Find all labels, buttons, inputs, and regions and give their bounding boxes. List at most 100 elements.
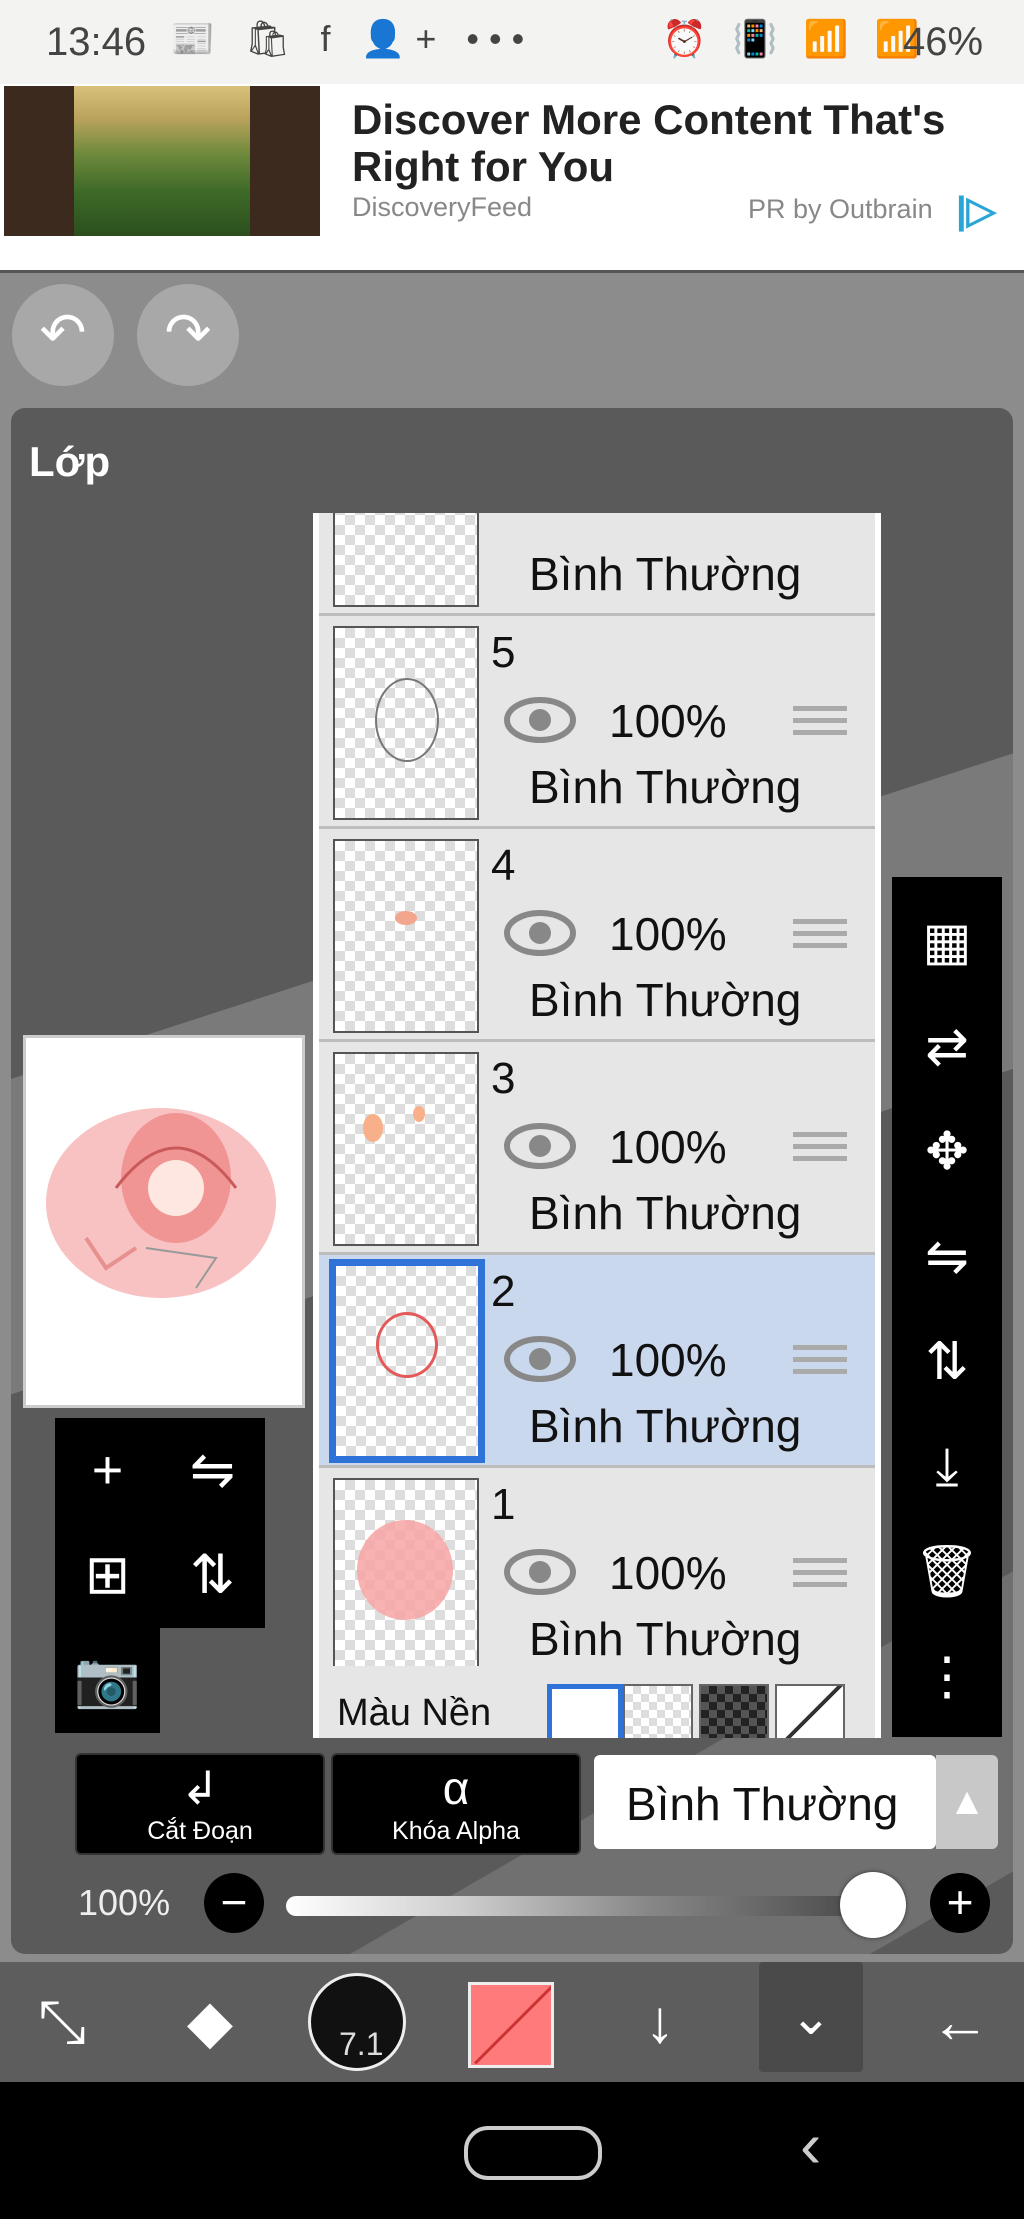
status-bar: 13:46 📰 🛍 f 👤+ ••• ⏰ 📳 📶 📶 46% [0,0,1024,84]
layer-blend-mode: Bình Thường [529,1187,802,1239]
layer-row[interactable]: 3 100% Bình Thường [319,1042,875,1255]
color-slash [474,1985,551,2065]
artwork-thumbnail [46,1108,276,1298]
layer-row[interactable]: 1 100% Bình Thường [319,1468,875,1681]
flip-vertical-icon[interactable]: ⇅ [892,1317,1002,1407]
drag-handle-icon[interactable] [793,706,847,740]
panel-title: Lớp [29,438,111,485]
battery-level: 46% [903,20,984,64]
color-picker-button[interactable] [468,1982,554,2068]
home-button[interactable] [464,2126,602,2180]
canvas-preview[interactable] [23,1035,305,1408]
blend-mode-dropdown-icon[interactable]: ▲ [936,1755,998,1849]
layer-opacity: 100% [609,1334,727,1386]
background-color-row[interactable]: Màu Nền [319,1666,875,1738]
layer-number: 1 [491,1480,516,1529]
ad-image-door-left [4,86,74,236]
drag-handle-icon[interactable] [793,1558,847,1592]
background-color-label: Màu Nền [337,1692,492,1734]
layer-thumbnail [333,513,479,607]
double-chevron-down-icon[interactable]: ⌄ [759,1962,863,2072]
layer-actions-panel: + ⇋ ⊞ ⇅ 📷 [55,1418,270,1740]
bg-swatch-white[interactable] [547,1684,623,1738]
opacity-value: 100% [78,1882,171,1923]
layer-thumbnail [333,626,479,820]
layer-tools-toolbar: ▦ ⇄ ✥ ⇋ ⇅ ⤓ 🗑 ⋮ [892,877,1002,1737]
alpha-lock-label: Khóa Alpha [392,1817,520,1845]
brush-size-button[interactable]: 7.1 [308,1973,406,2071]
layer-blend-mode: Bình Thường [529,548,802,600]
add-layer-button[interactable]: + [55,1418,160,1523]
bg-swatch-checker-light[interactable] [623,1684,693,1738]
ad-sponsor: PR by Outbrain [748,194,933,224]
more-options-icon[interactable]: ⋮ [892,1632,1002,1722]
opacity-slider[interactable] [286,1896,886,1916]
layer-thumbnail [333,839,479,1033]
move-icon[interactable]: ✥ [892,1107,1002,1197]
flip-vertical-icon[interactable]: ⇅ [160,1523,265,1628]
flip-horizontal-icon[interactable]: ⇋ [160,1418,265,1523]
layer-opacity: 100% [609,1121,727,1173]
clipping-label: Cắt Đoạn [147,1817,253,1845]
bg-swatch-none[interactable] [775,1684,845,1738]
layer-number: 2 [491,1267,516,1316]
drag-handle-icon[interactable] [793,1132,847,1166]
camera-icon[interactable]: 📷 [55,1628,160,1733]
undo-button[interactable]: ↶ [12,284,114,386]
layer-blend-mode: Bình Thường [529,1613,802,1665]
layer-row[interactable]: 5 100% Bình Thường [319,616,875,829]
system-icons: ⏰ 📳 📶 📶 [662,18,928,59]
ad-banner[interactable]: Discover More Content That's Right for Y… [0,84,1024,273]
opacity-slider-knob[interactable] [840,1872,906,1938]
duplicate-layer-button[interactable]: ⊞ [55,1523,160,1628]
swap-layer-icon[interactable]: ⇄ [892,1002,1002,1092]
ad-image-door-right [250,86,320,236]
transform-tool-icon[interactable]: ⤡ [12,1962,112,2082]
clipping-button[interactable]: ↲ Cắt Đoạn [75,1753,325,1855]
layer-blend-mode: Bình Thường [529,974,802,1026]
blend-mode-value: Bình Thường [626,1778,899,1830]
layer-blend-mode: Bình Thường [529,1400,802,1452]
layer-number: 3 [491,1054,516,1103]
layer-number: 5 [491,628,516,677]
merge-down-icon[interactable]: ⤓ [892,1422,1002,1512]
redo-button[interactable]: ↷ [137,284,239,386]
drag-handle-icon[interactable] [793,919,847,953]
flip-horizontal-icon[interactable]: ⇋ [892,1212,1002,1302]
layer-blend-mode: Bình Thường [529,761,802,813]
layer-row[interactable]: Bình Thường [319,513,875,616]
back-arrow-icon[interactable]: ← [910,1962,1010,2082]
visibility-eye-icon[interactable] [504,1335,576,1383]
clock: 13:46 [46,20,147,64]
alpha-lock-button[interactable]: α Khóa Alpha [331,1753,581,1855]
layer-thumbnail [333,1052,479,1246]
transparency-checker-icon[interactable]: ▦ [892,897,1002,987]
visibility-eye-icon[interactable] [504,1548,576,1596]
visibility-eye-icon[interactable] [504,1122,576,1170]
layer-row-selected[interactable]: 2 100% Bình Thường [319,1255,875,1468]
layer-thumbnail [333,1478,479,1672]
drag-handle-icon[interactable] [793,1345,847,1379]
layer-row[interactable]: 4 100% Bình Thường [319,829,875,1042]
opacity-increase-button[interactable]: + [930,1873,990,1933]
notification-icons: 📰 🛍 f 👤+ ••• [170,18,535,59]
outbrain-logo-icon[interactable]: |▷ [956,188,996,233]
layer-opacity: 100% [609,908,727,960]
ad-source: DiscoveryFeed [352,192,533,222]
blend-mode-select[interactable]: Bình Thường [594,1755,936,1849]
system-nav-bar: ‹ [0,2082,1024,2219]
down-arrow-icon[interactable]: ↓ [610,1962,710,2082]
visibility-eye-icon[interactable] [504,696,576,744]
trash-icon[interactable]: 🗑 [892,1527,1002,1617]
opacity-decrease-button[interactable]: − [204,1873,264,1933]
layer-list[interactable]: Bình Thường 5 100% Bình Thường 4 100% Bì… [313,513,881,1738]
layer-opacity: 100% [609,1547,727,1599]
lock-alpha-icon: α [442,1762,470,1814]
nav-back-icon[interactable]: ‹ [800,2108,821,2182]
eraser-icon[interactable]: ◆ [160,1962,260,2082]
ad-title[interactable]: Discover More Content That's Right for Y… [352,96,1002,190]
visibility-eye-icon[interactable] [504,909,576,957]
bg-swatch-checker-dark[interactable] [699,1684,769,1738]
brush-size-value: 7.1 [339,2026,384,2062]
bottom-toolbar: ⤡ ◆ 7.1 ↓ ⌄ ← [0,1962,1024,2082]
